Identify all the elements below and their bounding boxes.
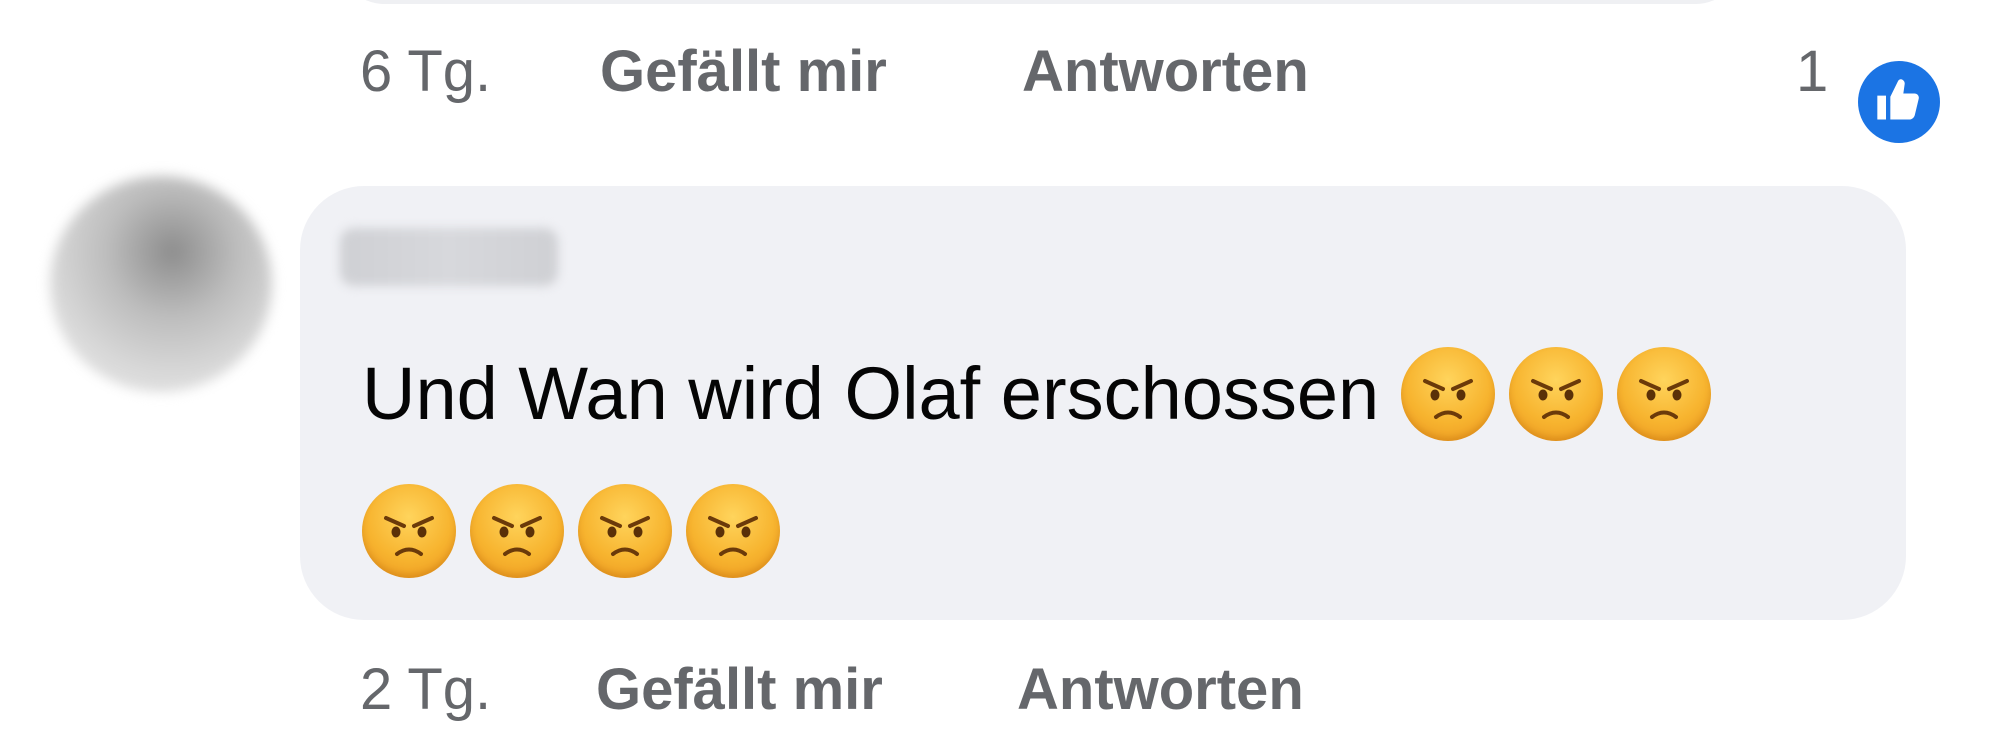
like-button[interactable]: Gefällt mir [600, 32, 887, 112]
thumbs-up-icon[interactable] [1858, 61, 1940, 143]
comment-actions: 6 Tg. Gefällt mir Antworten 1 [0, 32, 2000, 143]
angry-face-emoji-icon [1617, 347, 1712, 441]
angry-face-emoji-icon [470, 484, 564, 578]
author-name-blurred[interactable] [340, 228, 558, 286]
angry-face-emoji-icon [362, 484, 456, 578]
avatar[interactable] [50, 176, 272, 392]
angry-face-emoji-icon [578, 484, 672, 578]
like-button[interactable]: Gefällt mir [596, 650, 883, 730]
comment-body-line [362, 484, 794, 578]
angry-face-emoji-icon [1509, 347, 1604, 441]
comment-timestamp[interactable]: 6 Tg. [360, 32, 491, 112]
reply-button[interactable]: Antworten [1017, 650, 1304, 730]
reaction-count[interactable]: 1 [1796, 32, 1828, 112]
reply-button[interactable]: Antworten [1022, 32, 1309, 112]
comment-body-line: Und Wan wird Olaf erschossen [362, 342, 1725, 446]
comment-text: Und Wan wird Olaf erschossen [362, 352, 1380, 435]
comment-actions: 2 Tg. Gefällt mir Antworten [0, 650, 2000, 730]
comment-timestamp[interactable]: 2 Tg. [360, 650, 491, 730]
comment-bubble: Und Wan wird Olaf erschossen [300, 186, 1906, 620]
angry-face-emoji-icon [686, 484, 780, 578]
angry-face-emoji-icon [1401, 347, 1496, 441]
previous-comment-bubble-edge [340, 0, 1740, 4]
